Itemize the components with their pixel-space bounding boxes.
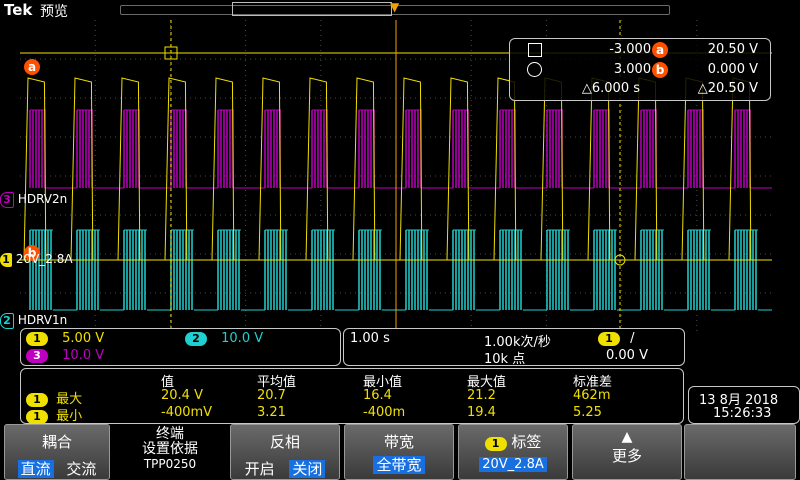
ch2-marker[interactable]: 2 (0, 313, 14, 329)
trigger-position-icon[interactable]: ▼ (390, 0, 399, 14)
label-channel-chip: 1 (484, 437, 507, 451)
coupling-ac-option[interactable]: 交流 (66, 460, 96, 478)
ch3-label[interactable]: 3 HDRV2n (0, 192, 67, 208)
trigger-level-readout: 0.00 V (606, 348, 648, 363)
coupling-dc-option[interactable]: 直流 (17, 460, 54, 478)
ch1-marker[interactable]: 1 (0, 253, 12, 267)
meas-cell: 20.4 V (161, 388, 203, 403)
termination-value: TPP0250 (143, 457, 197, 471)
mode-label: 预览 (40, 4, 68, 20)
ch1-label[interactable]: 1 20V_2.8A (0, 252, 73, 267)
invert-title: 反相 (269, 433, 300, 451)
meas-cell: 5.25 (573, 405, 602, 420)
meas-cell: -400m (363, 405, 406, 420)
trigger-slope-icon: / (630, 331, 635, 346)
invert-off-option[interactable]: 关闭 (289, 460, 326, 478)
meas-row-min[interactable]: 1 最小 (26, 405, 82, 424)
bandwidth-value: 全带宽 (373, 456, 425, 474)
blank-softkey[interactable] (684, 424, 796, 480)
cursor-dv: △20.50 V (697, 81, 758, 96)
label-softkey[interactable]: 1 标签 20V_2.8A (458, 424, 568, 480)
meas-cell: 21.2 (467, 388, 496, 403)
measurement-panel[interactable]: 值 平均值 最小值 最大值 标准差 1 最大 20.4 V 20.7 16.4 … (20, 368, 684, 424)
meas-cell: 19.4 (467, 405, 496, 420)
meas-cell: 16.4 (363, 388, 392, 403)
cursor-vb: 0.000 V (707, 62, 758, 77)
bandwidth-title: 带宽 (383, 433, 414, 451)
bandwidth-softkey[interactable]: 带宽 全带宽 (344, 424, 454, 480)
cursor-a-icon: a (652, 42, 668, 58)
more-softkey[interactable]: ▲ 更多 (572, 424, 682, 480)
coupling-title: 耦合 (41, 433, 72, 451)
meas-cell: 3.21 (257, 405, 286, 420)
trigger-readout[interactable]: 1 / (598, 331, 635, 346)
cursor-t1: -3.000 s (609, 42, 662, 57)
ch3-name: HDRV2n (17, 192, 68, 206)
brand-logo: Tek (4, 1, 33, 19)
more-title: 更多 (611, 447, 642, 465)
ch2-scale-readout[interactable]: 2 10.0 V (185, 331, 263, 346)
datetime-panel[interactable]: 13 8月 2018 15:26:33 (688, 386, 800, 424)
meas-cell: 20.7 (257, 388, 286, 403)
cursor-a-marker: a (24, 56, 40, 75)
termination-softkey[interactable]: 终端 设置依据 TPP0250 (112, 424, 228, 480)
label-value: 20V_2.8A (479, 457, 547, 472)
meas-cell: -400mV (161, 405, 213, 420)
invert-softkey[interactable]: 反相 开启 关闭 (230, 424, 340, 480)
cursor-va: 20.50 V (707, 42, 758, 57)
ch2-name: HDRV1n (17, 313, 68, 327)
cursor-dt: △6.000 s (581, 81, 640, 96)
timebase-readout[interactable]: 1.00 s (350, 331, 390, 346)
record-view-window[interactable] (232, 2, 392, 16)
ch2-waveform (29, 229, 772, 311)
record-length-readout: 10k 点 (484, 352, 526, 367)
cursor-1-square-icon (528, 43, 542, 57)
label-title: 标签 (511, 433, 542, 451)
meas-cell: 462m (573, 388, 611, 403)
ch3-scale-readout[interactable]: 3 10.0 V (26, 348, 104, 363)
acquisition-panel[interactable]: 1.00 s 1.00k次/秒 10k 点 1 / 0.00 V (343, 328, 685, 367)
coupling-softkey[interactable]: 耦合 直流 交流 (4, 424, 110, 480)
vertical-scale-panel[interactable]: 1 5.00 V 2 10.0 V 3 10.0 V (20, 328, 341, 366)
chevron-up-icon: ▲ (621, 429, 633, 445)
cursor-2-circle-icon (527, 62, 542, 77)
ch2-label[interactable]: 2 HDRV1n (0, 313, 67, 329)
cursor-readout[interactable]: -3.000 s a 20.50 V 3.000 s b 0.000 V △6.… (509, 38, 771, 101)
time-readout: 15:26:33 (713, 406, 772, 421)
termination-title: 终端 (156, 426, 184, 442)
cursor-b-icon: b (652, 62, 668, 78)
ch1-name: 20V_2.8A (15, 252, 73, 266)
termination-subtitle: 设置依据 (142, 441, 198, 457)
ch3-marker[interactable]: 3 (0, 192, 14, 208)
cursor-t2: 3.000 s (613, 62, 662, 77)
ch1-scale-readout[interactable]: 1 5.00 V (26, 331, 104, 346)
invert-on-option[interactable]: 开启 (245, 460, 275, 478)
